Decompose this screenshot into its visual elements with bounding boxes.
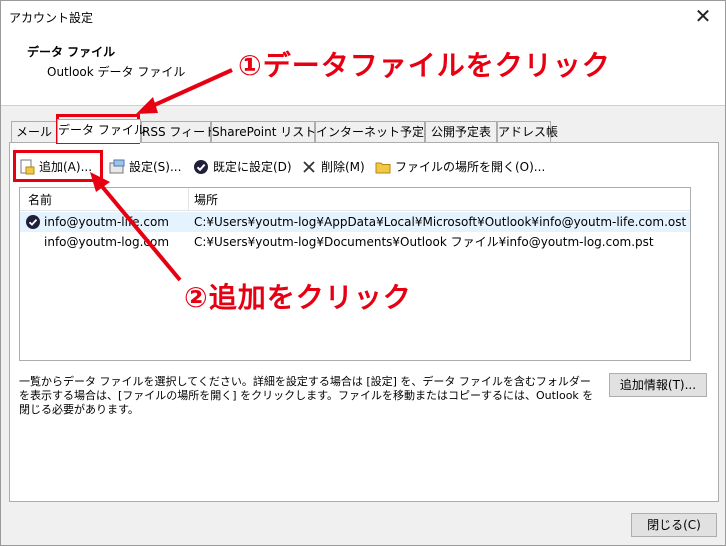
- annotation-step-1: ①データファイルをクリック: [238, 49, 611, 82]
- arrow-to-data-files-tab: [136, 68, 233, 114]
- tab-data-files[interactable]: データ ファイル: [57, 119, 146, 143]
- annotation-step-2: ②追加をクリック: [184, 281, 412, 314]
- arrow-to-add-button: [90, 172, 182, 282]
